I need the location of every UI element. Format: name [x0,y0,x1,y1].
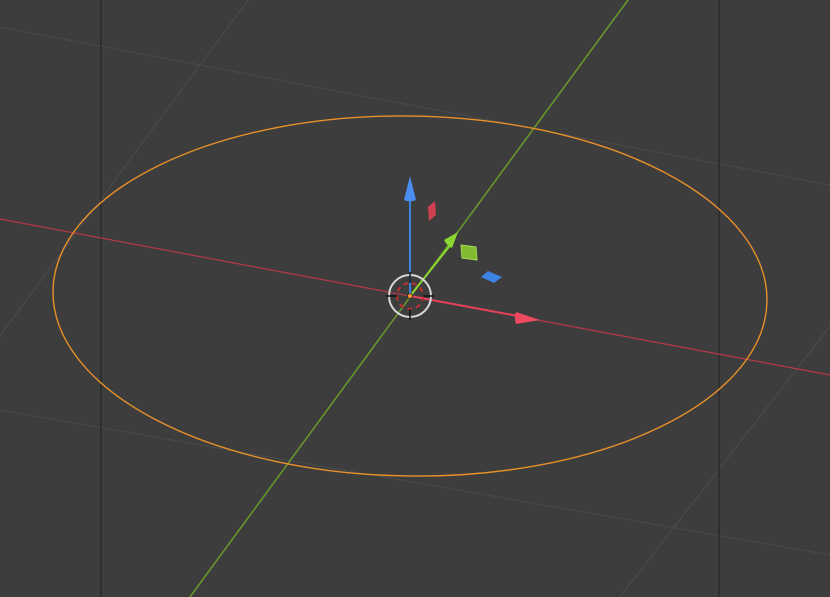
plane-xy-handle-icon[interactable] [481,271,502,283]
y-arrow-icon[interactable] [444,232,458,248]
plane-yz-handle-icon[interactable] [428,201,436,221]
viewport-canvas[interactable] [0,0,830,597]
object-origin-icon [407,293,413,299]
grid-line [619,325,830,597]
z-arrow-icon[interactable] [404,176,416,202]
x-arrow-icon[interactable] [515,312,540,324]
floor-grid [0,0,830,597]
3d-viewport[interactable] [0,0,830,597]
grid-line [0,26,830,186]
grid-line [0,409,830,556]
plane-xz-handle-icon[interactable] [460,244,478,261]
y-arrow-shaft[interactable] [409,242,453,297]
x-arrow-shaft[interactable] [409,295,519,317]
transform-gizmo[interactable] [386,176,540,324]
